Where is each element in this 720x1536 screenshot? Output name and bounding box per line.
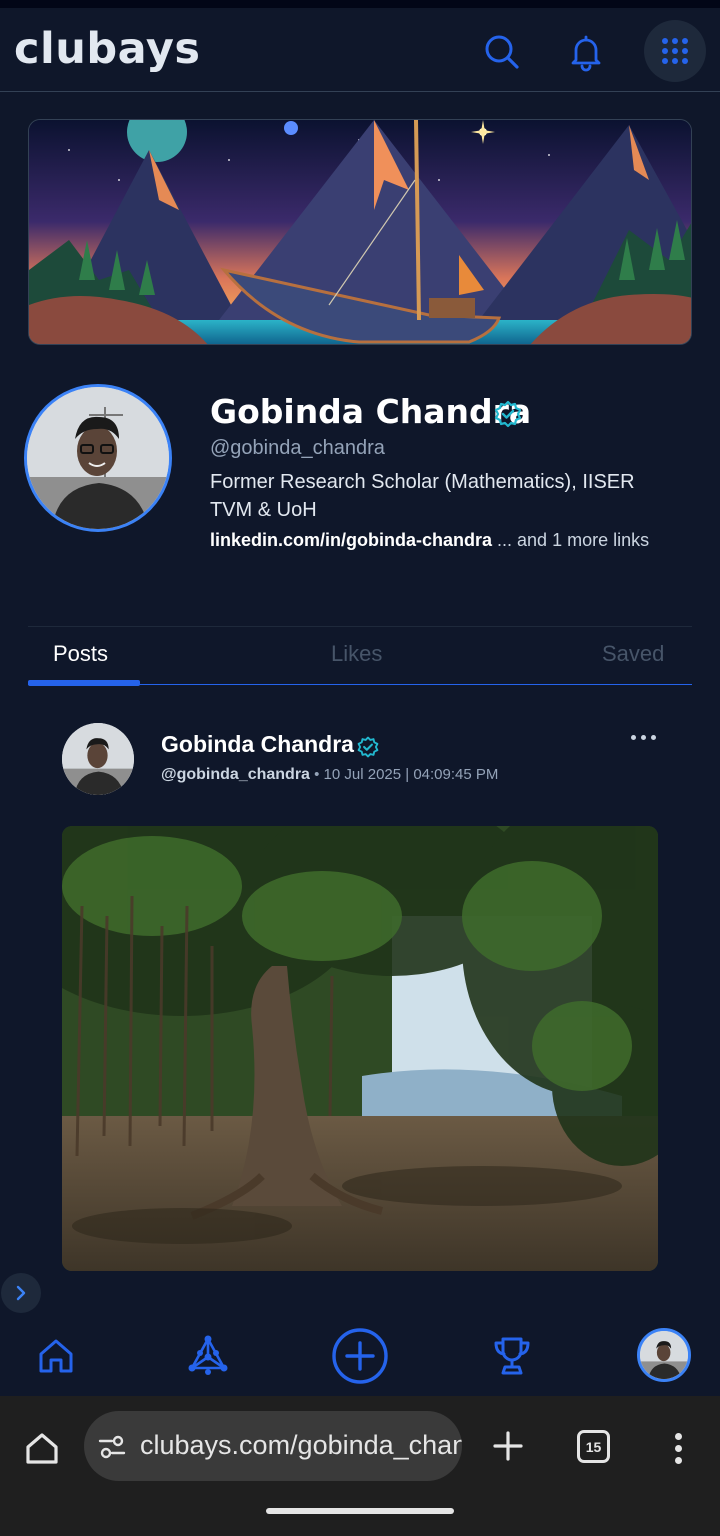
post-author-avatar[interactable] bbox=[62, 723, 134, 795]
trophy-icon bbox=[494, 1337, 530, 1375]
post-image[interactable] bbox=[62, 826, 658, 1271]
more-links-button[interactable]: ... and 1 more links bbox=[492, 530, 649, 550]
plus-icon bbox=[493, 1431, 523, 1461]
profile-handle: @gobinda_chandra bbox=[210, 437, 385, 459]
url-text: clubays.com/gobinda_chandra bbox=[140, 1430, 462, 1460]
profile-links: linkedin.com/in/gobinda-chandra ... and … bbox=[210, 530, 649, 551]
bottom-navigation bbox=[0, 1314, 720, 1396]
search-icon bbox=[485, 35, 519, 69]
profile-avatar[interactable] bbox=[24, 384, 172, 532]
network-graph-icon bbox=[188, 1335, 228, 1375]
profile-link-linkedin[interactable]: linkedin.com/in/gobinda-chandra bbox=[210, 530, 492, 550]
nav-leaderboard[interactable] bbox=[482, 1322, 542, 1390]
dot bbox=[674, 1456, 682, 1464]
dot bbox=[674, 1432, 682, 1440]
new-tab-button[interactable] bbox=[486, 1424, 530, 1468]
dot bbox=[674, 1444, 682, 1452]
gesture-navigation-bar[interactable] bbox=[266, 1508, 454, 1514]
profile-bio: Former Research Scholar (Mathematics), I… bbox=[210, 471, 635, 521]
profile-name: Gobinda Chandra bbox=[210, 392, 532, 431]
profile-cover-image bbox=[28, 119, 692, 345]
browser-menu-button[interactable] bbox=[664, 1426, 692, 1470]
sidebar-expand-button[interactable] bbox=[1, 1273, 41, 1313]
profile-tabs: Posts Likes Saved bbox=[28, 626, 692, 686]
home-icon bbox=[39, 1339, 73, 1373]
apps-grid-icon bbox=[662, 38, 688, 64]
verified-badge-icon bbox=[357, 736, 379, 763]
post-options-button[interactable] bbox=[624, 724, 662, 750]
tab-likes[interactable]: Likes bbox=[331, 641, 382, 667]
browser-toolbar: clubays.com/gobinda_chandra 15 bbox=[0, 1396, 720, 1536]
notifications-button[interactable] bbox=[556, 22, 616, 82]
app-header: clubays bbox=[0, 8, 720, 92]
active-tab-indicator bbox=[28, 680, 140, 686]
post-author-name[interactable]: Gobinda Chandra bbox=[161, 731, 354, 758]
dot bbox=[640, 734, 646, 740]
post-timestamp: • 10 Jul 2025 | 04:09:45 PM bbox=[309, 766, 499, 783]
dot bbox=[630, 734, 636, 740]
post-meta: @gobinda_chandra • 10 Jul 2025 | 04:09:4… bbox=[161, 766, 498, 784]
home-icon bbox=[26, 1433, 58, 1464]
nav-profile-avatar[interactable] bbox=[637, 1328, 691, 1382]
nav-network[interactable] bbox=[178, 1322, 238, 1390]
tab-posts[interactable]: Posts bbox=[53, 641, 108, 667]
tab-switcher-button[interactable]: 15 bbox=[577, 1430, 610, 1463]
status-bar bbox=[0, 0, 720, 8]
apps-menu-button[interactable] bbox=[644, 20, 706, 82]
browser-home-button[interactable] bbox=[20, 1426, 64, 1470]
site-settings-icon[interactable] bbox=[98, 1433, 126, 1461]
chevron-right-icon bbox=[16, 1285, 26, 1301]
search-button[interactable] bbox=[472, 22, 532, 82]
tab-saved[interactable]: Saved bbox=[602, 641, 664, 667]
dot bbox=[650, 734, 656, 740]
nav-home[interactable] bbox=[26, 1322, 86, 1390]
verified-badge-icon bbox=[494, 400, 522, 433]
bell-icon bbox=[571, 35, 601, 72]
post-author-handle[interactable]: @gobinda_chandra bbox=[161, 766, 310, 783]
address-bar[interactable]: clubays.com/gobinda_chandra bbox=[84, 1411, 462, 1481]
app-logo[interactable]: clubays bbox=[14, 24, 200, 74]
add-circle-icon bbox=[332, 1328, 388, 1384]
nav-create-post[interactable] bbox=[330, 1322, 390, 1390]
